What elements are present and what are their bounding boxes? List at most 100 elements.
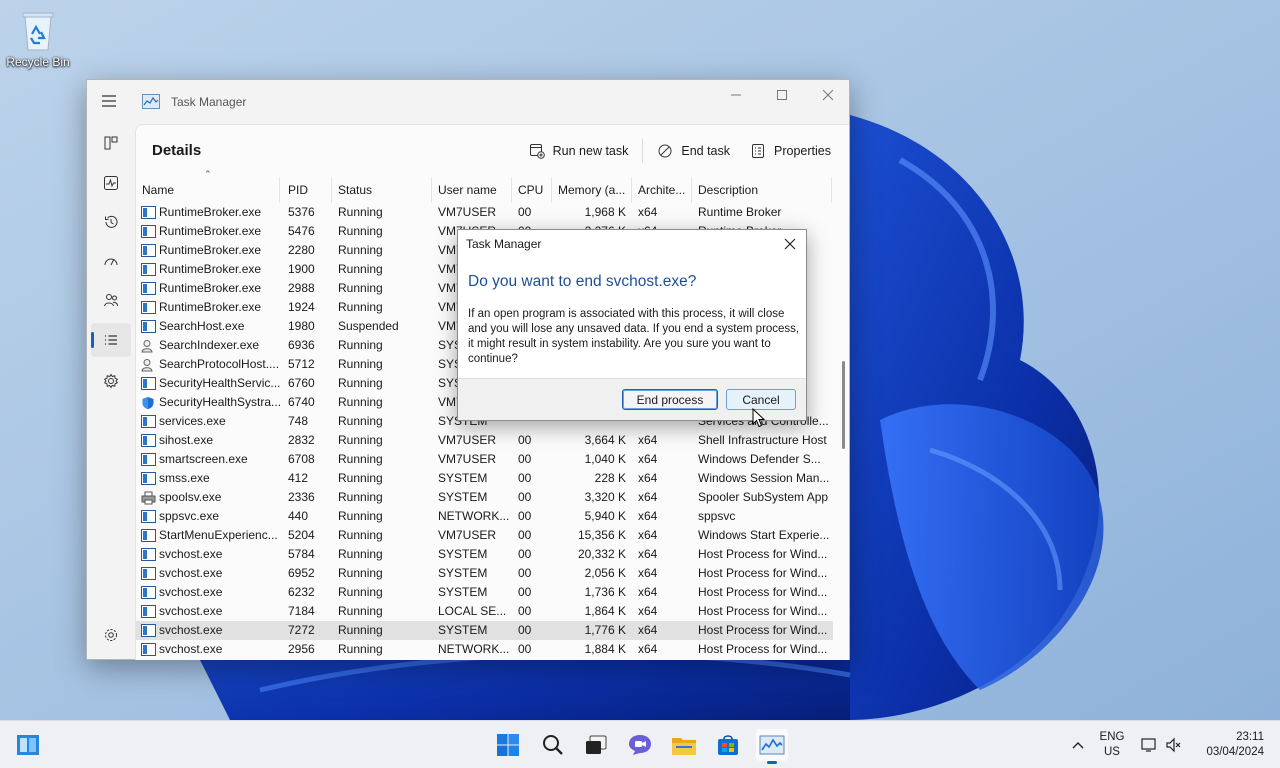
show-hidden-icons-button[interactable] <box>1068 735 1088 755</box>
settings-icon <box>105 629 117 641</box>
end-task-button[interactable]: End task <box>647 137 740 165</box>
task-view-icon <box>586 735 607 754</box>
column-header-description[interactable]: Description <box>692 177 832 203</box>
cell-pid: 5476 <box>288 224 315 238</box>
maximize-button[interactable] <box>759 80 805 110</box>
table-row[interactable]: svchost.exe 7272 Running SYSTEM 00 1,776 K x64… <box>136 621 833 640</box>
cell-arch: x64 <box>638 585 658 599</box>
table-row[interactable]: spoolsv.exe 2336 Running SYSTEM 00 3,320 K x64… <box>136 488 833 507</box>
nav-app-history[interactable] <box>91 205 131 239</box>
cell-name: svchost.exe <box>136 621 280 640</box>
dialog-close-button[interactable] <box>776 232 804 256</box>
table-row[interactable]: svchost.exe 6952 Running SYSTEM 00 2,056 K x64… <box>136 564 833 583</box>
file-explorer-icon <box>672 738 696 755</box>
process-name: smss.exe <box>159 471 210 485</box>
minimize-button[interactable] <box>713 80 759 110</box>
process-name: svchost.exe <box>159 566 223 580</box>
mouse-pointer-icon <box>752 408 766 428</box>
column-header-user[interactable]: User name <box>432 177 512 203</box>
task-manager-taskbar-button[interactable] <box>756 729 788 764</box>
process-name: StartMenuExperienc... <box>159 528 278 542</box>
search-button[interactable] <box>537 729 569 761</box>
printer-icon <box>141 491 156 505</box>
table-header: Name ⌃ PID Status User name CPU Memory (… <box>136 169 833 203</box>
cell-name: StartMenuExperienc... <box>136 526 280 545</box>
table-row[interactable]: StartMenuExperienc... 5204 Running VM7USER 0… <box>136 526 833 545</box>
column-header-status[interactable]: Status <box>332 177 432 203</box>
app-box-icon <box>141 301 156 314</box>
input-language-indicator[interactable]: ENG US <box>1098 730 1126 760</box>
hamburger-menu-icon[interactable] <box>100 93 120 111</box>
properties-button[interactable]: Properties <box>740 137 841 165</box>
store-button[interactable] <box>712 729 744 761</box>
end-process-button[interactable]: End process <box>622 389 718 410</box>
shield-icon <box>141 396 156 409</box>
start-button[interactable] <box>492 729 524 761</box>
chat-button[interactable] <box>624 729 656 761</box>
cell-name: svchost.exe <box>136 564 280 583</box>
volume-button[interactable] <box>1164 735 1184 755</box>
cell-status: Running <box>338 490 383 504</box>
app-box-icon <box>141 282 156 295</box>
nav-startup-apps[interactable] <box>91 244 131 278</box>
users-icon <box>104 294 118 307</box>
cell-status: Running <box>338 623 383 637</box>
column-header-name[interactable]: Name <box>136 177 280 203</box>
column-header-pid[interactable]: PID <box>282 177 332 203</box>
table-row[interactable]: sihost.exe 2832 Running VM7USER 00 3,664 K x64… <box>136 431 833 450</box>
taskbar: ENG US 23:11 03/04/2024 <box>0 720 1280 768</box>
vertical-scrollbar[interactable] <box>842 361 845 449</box>
table-row[interactable]: smss.exe 412 Running SYSTEM 00 228 K x64 Window… <box>136 469 833 488</box>
cell-cpu: 00 <box>518 642 532 656</box>
column-header-cpu[interactable]: CPU <box>512 177 552 203</box>
column-header-memory[interactable]: Memory (a... <box>552 177 632 203</box>
table-row[interactable]: svchost.exe 6232 Running SYSTEM 00 1,736 K x64… <box>136 583 833 602</box>
cell-pid: 5376 <box>288 205 315 219</box>
cell-status: Running <box>338 471 383 485</box>
recycle-bin-shortcut[interactable]: Recycle Bin <box>4 8 72 69</box>
start-icon <box>497 734 519 756</box>
cell-pid: 5712 <box>288 357 315 371</box>
table-row[interactable]: svchost.exe 2956 Running NETWORK... 00 1,884 … <box>136 640 833 659</box>
cell-name: RuntimeBroker.exe <box>136 203 280 222</box>
cell-mem: 1,776 K <box>584 623 626 637</box>
cancel-button[interactable]: Cancel <box>726 389 796 410</box>
cell-name: RuntimeBroker.exe <box>136 260 280 279</box>
recycle-bin-icon <box>22 12 54 51</box>
nav-processes[interactable] <box>91 126 131 160</box>
close-icon <box>822 89 834 101</box>
nav-details[interactable] <box>91 323 131 357</box>
run-new-task-button[interactable]: Run new task <box>519 137 639 165</box>
cell-arch: x64 <box>638 566 658 580</box>
task-view-button[interactable] <box>580 729 612 761</box>
table-row[interactable]: svchost.exe 5784 Running SYSTEM 00 20,332 K x6… <box>136 545 833 564</box>
column-header-architecture[interactable]: Archite... <box>632 177 692 203</box>
table-row[interactable]: sppsvc.exe 440 Running NETWORK... 00 5,940 K x… <box>136 507 833 526</box>
widgets-button[interactable] <box>12 729 44 761</box>
table-row[interactable]: smartscreen.exe 6708 Running VM7USER 00 1,040… <box>136 450 833 469</box>
process-name: svchost.exe <box>159 604 223 618</box>
cell-pid: 6708 <box>288 452 315 466</box>
run-new-task-icon <box>529 144 545 159</box>
table-row[interactable]: RuntimeBroker.exe 5376 Running VM7USER 00 1,9… <box>136 203 833 222</box>
app-box-icon <box>141 472 156 485</box>
app-box-icon <box>141 567 156 580</box>
dialog-message: If an open program is associated with th… <box>468 308 800 365</box>
nav-settings[interactable] <box>91 618 131 652</box>
nav-performance[interactable] <box>91 166 131 200</box>
process-name: smartscreen.exe <box>159 452 248 466</box>
cell-name: sppsvc.exe <box>136 507 280 526</box>
file-explorer-button[interactable] <box>668 729 700 761</box>
toolbar: Run new task End task Properties <box>519 137 841 165</box>
app-box-icon <box>141 605 156 618</box>
table-row[interactable]: svchost.exe 7184 Running LOCAL SE... 00 1,864… <box>136 602 833 621</box>
close-button[interactable] <box>805 80 851 110</box>
cell-cpu: 00 <box>518 623 532 637</box>
nav-users[interactable] <box>91 283 131 317</box>
app-box-icon <box>141 586 156 599</box>
cell-pid: 2336 <box>288 490 315 504</box>
network-button[interactable] <box>1139 735 1159 755</box>
nav-services[interactable] <box>91 364 131 398</box>
clock[interactable]: 23:11 03/04/2024 <box>1194 730 1264 760</box>
app-box-icon <box>141 643 156 656</box>
